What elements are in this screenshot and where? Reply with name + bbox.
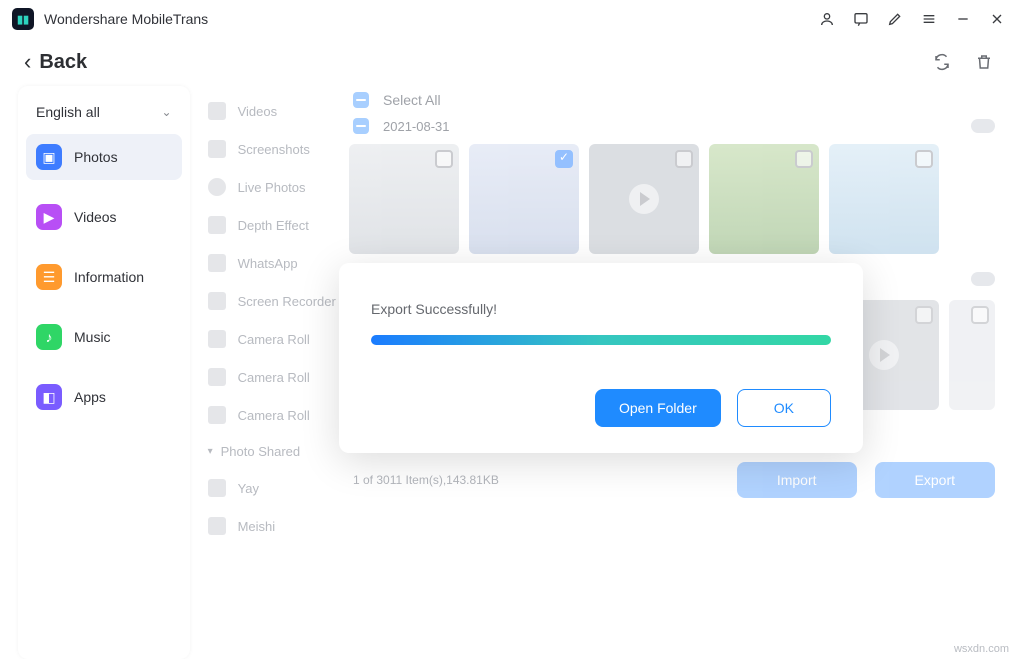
folder-icon: [208, 254, 226, 272]
close-icon[interactable]: [989, 11, 1005, 27]
photos-icon: ▣: [36, 144, 62, 170]
video-thumbnail[interactable]: [589, 144, 699, 254]
status-text: 1 of 3011 Item(s),143.81KB: [353, 473, 499, 487]
thumb-checkbox[interactable]: [555, 150, 573, 168]
folder-icon: [208, 406, 226, 424]
sub-item-depth-effect[interactable]: Depth Effect: [202, 206, 343, 244]
titlebar-controls: [819, 11, 1005, 27]
sub-item-camera-roll[interactable]: Camera Roll: [202, 320, 343, 358]
app-title: Wondershare MobileTrans: [44, 11, 208, 27]
thumb-checkbox[interactable]: [971, 306, 989, 324]
back-arrow-icon[interactable]: ‹: [24, 49, 31, 75]
import-button[interactable]: Import: [737, 462, 857, 498]
photo-thumbnail[interactable]: [829, 144, 939, 254]
date-label: 2021-08-31: [383, 119, 450, 134]
user-icon[interactable]: [819, 11, 835, 27]
photo-thumbnail[interactable]: [469, 144, 579, 254]
videos-icon: ▶: [36, 204, 62, 230]
thumb-checkbox[interactable]: [675, 150, 693, 168]
open-folder-button[interactable]: Open Folder: [595, 389, 721, 427]
folder-icon: [208, 178, 226, 196]
thumb-checkbox[interactable]: [795, 150, 813, 168]
sub-item-meishi[interactable]: Meishi: [202, 507, 343, 545]
sub-section-photo-shared[interactable]: ▾Photo Shared: [202, 434, 343, 469]
thumbnail-row: [349, 144, 995, 254]
watermark: wsxdn.com: [954, 643, 1009, 655]
folder-icon: [208, 330, 226, 348]
photo-thumbnail[interactable]: [949, 300, 995, 410]
sub-item-live-photos[interactable]: Live Photos: [202, 168, 343, 206]
sub-item-camera-roll[interactable]: Camera Roll: [202, 358, 343, 396]
titlebar: ▮▮ Wondershare MobileTrans: [0, 0, 1017, 38]
minimize-icon[interactable]: [955, 11, 971, 27]
app-logo: ▮▮: [12, 8, 34, 30]
folder-icon: [208, 368, 226, 386]
header: ‹ Back: [0, 38, 1017, 86]
thumb-checkbox[interactable]: [915, 150, 933, 168]
sidebar-item-information[interactable]: ☰ Information: [26, 254, 182, 300]
date-group-checkbox[interactable]: [353, 118, 369, 134]
folder-icon: [208, 292, 226, 310]
photo-thumbnail[interactable]: [349, 144, 459, 254]
sub-item-screenshots[interactable]: Screenshots: [202, 130, 343, 168]
select-all-label: Select All: [383, 92, 441, 108]
chevron-down-icon: ⌄: [162, 105, 172, 119]
back-label[interactable]: Back: [39, 51, 87, 74]
sidebar-item-apps[interactable]: ◧ Apps: [26, 374, 182, 420]
sidebar-item-label: Videos: [74, 209, 117, 225]
export-success-dialog: Export Successfully! Open Folder OK: [339, 263, 863, 453]
sub-item-videos[interactable]: Videos: [202, 92, 343, 130]
sidebar-item-label: Music: [74, 329, 111, 345]
edit-icon[interactable]: [887, 11, 903, 27]
language-selector[interactable]: English all ⌄: [26, 92, 182, 134]
sidebar-item-music[interactable]: ♪ Music: [26, 314, 182, 360]
photo-thumbnail[interactable]: [709, 144, 819, 254]
menu-icon[interactable]: [921, 11, 937, 27]
ok-button[interactable]: OK: [737, 389, 831, 427]
count-badge: [971, 119, 995, 133]
dialog-title: Export Successfully!: [371, 301, 831, 317]
select-all-checkbox[interactable]: [353, 92, 369, 108]
message-icon[interactable]: [853, 11, 869, 27]
thumb-checkbox[interactable]: [915, 306, 933, 324]
language-label: English all: [36, 104, 100, 120]
category-sidebar: English all ⌄ ▣ Photos ▶ Videos ☰ Inform…: [18, 86, 190, 659]
sidebar-item-label: Apps: [74, 389, 106, 405]
play-icon: [629, 184, 659, 214]
sidebar-item-photos[interactable]: ▣ Photos: [26, 134, 182, 180]
folder-icon: [208, 216, 226, 234]
caret-down-icon: ▾: [208, 446, 213, 457]
folder-icon: [208, 479, 226, 497]
folder-icon: [208, 517, 226, 535]
count-badge: [971, 272, 995, 286]
play-icon: [869, 340, 899, 370]
sub-item-camera-roll[interactable]: Camera Roll: [202, 396, 343, 434]
thumb-checkbox[interactable]: [435, 150, 453, 168]
refresh-icon[interactable]: [933, 53, 951, 71]
sidebar-item-label: Information: [74, 269, 144, 285]
music-icon: ♪: [36, 324, 62, 350]
information-icon: ☰: [36, 264, 62, 290]
export-button[interactable]: Export: [875, 462, 995, 498]
sidebar-item-label: Photos: [74, 149, 118, 165]
sidebar-item-videos[interactable]: ▶ Videos: [26, 194, 182, 240]
sub-item-yay[interactable]: Yay: [202, 469, 343, 507]
folder-icon: [208, 140, 226, 158]
folder-icon: [208, 102, 226, 120]
subcategory-sidebar: Videos Screenshots Live Photos Depth Eff…: [190, 86, 349, 659]
sub-item-screen-recorder[interactable]: Screen Recorder: [202, 282, 343, 320]
sub-item-whatsapp[interactable]: WhatsApp: [202, 244, 343, 282]
apps-icon: ◧: [36, 384, 62, 410]
trash-icon[interactable]: [975, 53, 993, 71]
progress-bar: [371, 335, 831, 345]
